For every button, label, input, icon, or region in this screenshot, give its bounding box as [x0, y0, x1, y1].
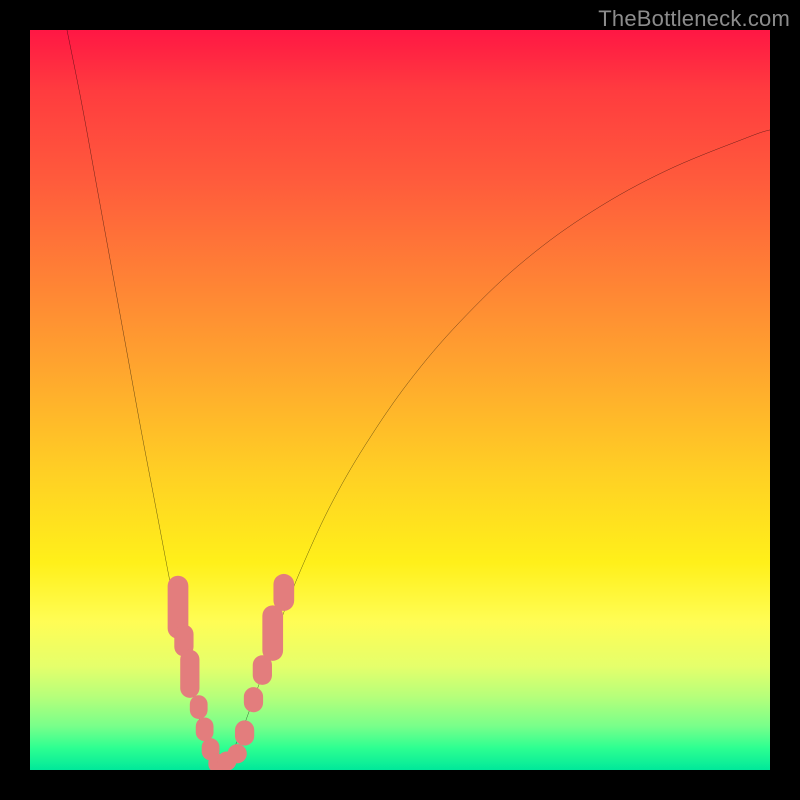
marker-layer [168, 574, 295, 770]
marker-dot [262, 605, 283, 661]
curve-right-branch [221, 130, 770, 766]
marker-dot [228, 744, 247, 763]
plot-area [30, 30, 770, 770]
marker-dot [196, 717, 214, 741]
marker-dot [244, 687, 263, 712]
chart-canvas: TheBottleneck.com [0, 0, 800, 800]
curves-svg [30, 30, 770, 770]
marker-dot [235, 720, 254, 745]
marker-dot [273, 574, 294, 611]
marker-dot [180, 650, 199, 698]
watermark-text: TheBottleneck.com [598, 6, 790, 32]
marker-dot [190, 695, 208, 719]
